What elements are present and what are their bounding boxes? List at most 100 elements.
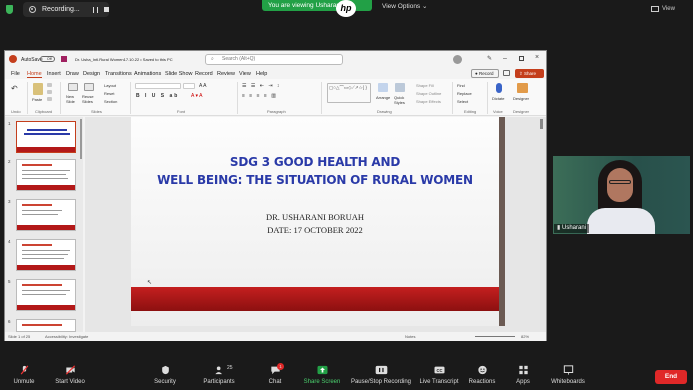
copy-icon[interactable]: [47, 90, 52, 94]
dictate-label[interactable]: Dictate: [492, 96, 504, 101]
undo-icon[interactable]: ↶: [11, 84, 19, 93]
new-slide-icon[interactable]: [68, 83, 78, 91]
view-options-button[interactable]: View Options ⌄: [382, 2, 427, 10]
thumbnail-scrollbar[interactable]: [80, 119, 82, 159]
font-name-select[interactable]: [135, 83, 181, 89]
menu-file[interactable]: File: [11, 71, 20, 77]
view-icon[interactable]: [651, 6, 659, 12]
paste-icon[interactable]: [33, 83, 43, 95]
participants-button[interactable]: 25 Participants: [201, 365, 237, 385]
stop-recording-icon[interactable]: [103, 7, 109, 12]
reuse-slides-icon[interactable]: [84, 83, 94, 91]
slide-thumbnail-6[interactable]: [16, 319, 76, 332]
security-button[interactable]: Security: [152, 365, 178, 385]
slide-red-band: [131, 287, 499, 311]
current-slide[interactable]: SDG 3 GOOD HEALTH AND WELL BEING: THE SI…: [131, 117, 505, 326]
menu-transitions[interactable]: Transitions: [105, 71, 132, 77]
whiteboards-button[interactable]: Whiteboards: [549, 365, 587, 385]
designer-label[interactable]: Designer: [513, 96, 529, 101]
shape-outline-button[interactable]: Shape Outline: [416, 91, 441, 96]
reuse-slides-label[interactable]: Reuse Slides: [82, 94, 96, 104]
menu-help[interactable]: Help: [256, 71, 267, 77]
layout-button[interactable]: Layout: [104, 83, 116, 88]
section-button[interactable]: Section: [104, 99, 117, 104]
paragraph-list-buttons[interactable]: ☰ ☰ ⇤ ⇥ ↕: [242, 83, 281, 89]
group-voice-label: Voice: [493, 109, 503, 114]
font-size-buttons[interactable]: A A: [199, 83, 207, 89]
share-button[interactable]: ⇪ Share: [515, 69, 544, 78]
zoom-slider[interactable]: [475, 336, 515, 337]
menu-home[interactable]: Home: [27, 71, 42, 78]
new-slide-label[interactable]: New Slide: [66, 94, 80, 104]
accessibility-status[interactable]: Accessibility: Investigate: [45, 334, 88, 339]
zoom-top-bar: Recording... You are viewing Usharani hp…: [0, 0, 693, 20]
slide-thumbnail-4[interactable]: [16, 239, 76, 271]
apps-button[interactable]: Apps: [515, 365, 531, 385]
share-screen-button[interactable]: Share Screen: [303, 365, 341, 385]
menu-animations[interactable]: Animations: [134, 71, 161, 77]
slide-author[interactable]: DR. USHARANI BORUAH: [131, 212, 499, 222]
quick-styles-icon[interactable]: [395, 83, 405, 92]
slide-title-line-1[interactable]: SDG 3 GOOD HEALTH AND: [131, 155, 499, 169]
reset-button[interactable]: Reset: [104, 91, 114, 96]
view-button[interactable]: View: [662, 6, 675, 12]
font-size-select[interactable]: [183, 83, 195, 89]
menu-draw[interactable]: Draw: [66, 71, 79, 77]
font-color-buttons[interactable]: A ▾ A: [191, 93, 202, 99]
slide-thumbnail-1[interactable]: [16, 121, 76, 153]
participant-video-tile[interactable]: ▮ Usharani: [553, 156, 690, 234]
chat-button[interactable]: 1 Chat: [266, 363, 284, 385]
unmute-button[interactable]: Unmute: [10, 365, 38, 385]
select-button[interactable]: Select: [457, 99, 468, 104]
menu-record[interactable]: Record: [195, 71, 213, 77]
menu-view[interactable]: View: [239, 71, 251, 77]
thumbnail-text-line: [22, 178, 68, 179]
pause-recording-icon[interactable]: [92, 6, 98, 13]
shield-icon[interactable]: [6, 5, 13, 14]
thumbnail-text-line: [22, 294, 66, 295]
group-designer-label: Designer: [513, 109, 530, 114]
start-video-button[interactable]: Start Video: [52, 365, 88, 385]
arrange-icon[interactable]: [378, 83, 388, 92]
maximize-icon[interactable]: [519, 56, 524, 61]
designer-icon[interactable]: [517, 83, 528, 93]
shape-fill-button[interactable]: Shape Fill: [416, 83, 434, 88]
menu-insert[interactable]: Insert: [47, 71, 61, 77]
slide-date[interactable]: DATE: 17 OCTOBER 2022: [131, 225, 499, 235]
microphone-icon[interactable]: [496, 83, 502, 93]
notes-button[interactable]: Notes: [405, 334, 415, 339]
pause-stop-recording-button[interactable]: Pause/Stop Recording: [350, 365, 412, 385]
find-button[interactable]: Find: [457, 83, 465, 88]
pen-icon[interactable]: ✎: [487, 55, 492, 62]
vertical-scrollbar[interactable]: [540, 119, 543, 129]
quick-styles-label[interactable]: Quick Styles: [394, 95, 406, 105]
end-meeting-button[interactable]: End: [655, 370, 687, 384]
menu-design[interactable]: Design: [83, 71, 100, 77]
replace-button[interactable]: Replace: [457, 91, 472, 96]
font-formatting-buttons[interactable]: B I U S ab: [136, 93, 179, 99]
autosave-toggle[interactable]: Off: [40, 56, 55, 62]
save-icon[interactable]: [61, 56, 67, 62]
comments-icon[interactable]: [503, 70, 510, 76]
menu-slide-show[interactable]: Slide Show: [165, 71, 193, 77]
menu-review[interactable]: Review: [217, 71, 235, 77]
close-icon[interactable]: ×: [535, 54, 539, 61]
cut-icon[interactable]: [47, 83, 52, 87]
slide-thumbnail-2[interactable]: [16, 159, 76, 191]
shapes-gallery[interactable]: ▢○△⌒▭◇⟋↗☆{ }: [327, 83, 371, 103]
avatar[interactable]: [453, 55, 462, 64]
live-transcript-button[interactable]: CC Live Transcript: [418, 365, 460, 385]
arrange-label[interactable]: Arrange: [376, 95, 390, 100]
minimize-icon[interactable]: –: [503, 55, 507, 62]
record-button[interactable]: ● Record: [471, 69, 499, 78]
shape-effects-button[interactable]: Shape Effects: [416, 99, 441, 104]
slide-thumbnail-3[interactable]: [16, 199, 76, 231]
slide-title-line-2[interactable]: WELL BEING: THE SITUATION OF RURAL WOMEN: [131, 173, 499, 187]
recording-indicator: Recording...: [23, 2, 109, 17]
paragraph-align-buttons[interactable]: ≡ ≡ ≡ ≡ ▥: [242, 93, 277, 99]
format-painter-icon[interactable]: [47, 97, 52, 101]
search-input[interactable]: ⌕ Search (Alt+Q): [205, 54, 343, 65]
slide-thumbnail-5[interactable]: [16, 279, 76, 311]
reactions-button[interactable]: Reactions: [468, 365, 496, 385]
paste-label[interactable]: Paste: [32, 97, 42, 102]
